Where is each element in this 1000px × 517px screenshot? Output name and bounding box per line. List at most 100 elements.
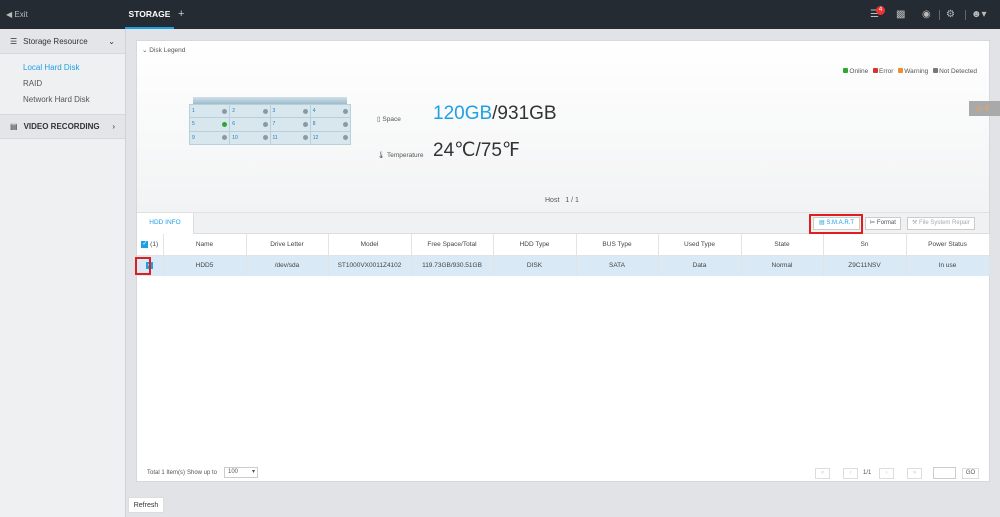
format-button[interactable]: ⊨ Format [865,217,901,230]
tab-hdd-info[interactable]: HDD INFO [137,213,194,234]
column-header: Model [328,234,412,256]
host-label: Host [545,197,560,204]
fs-repair-label: File System Repair [919,220,970,226]
table-cell: /dev/sda [246,255,329,276]
page-input[interactable] [933,467,956,479]
header-label: Drive Letter [270,240,304,248]
header-label: BUS Type [602,240,632,248]
table-cell: In use [906,255,990,276]
highlight-box [809,214,863,234]
table-cell: ST1000VX0011Z4102 [328,255,412,276]
slot-number: 11 [272,134,278,141]
slot-number: 9 [192,134,195,141]
disk-slot[interactable]: 6 [230,118,270,131]
disk-slot[interactable]: 7 [270,118,310,131]
legend-warning: Warning [904,68,929,75]
page-indicator: 1/1 [863,470,872,476]
disk-slot[interactable]: 10 [230,131,270,144]
chevron-down-icon: ⌄ [108,36,115,46]
disk-slot[interactable]: 2 [230,105,270,118]
enclosure-top [193,97,347,104]
divider [939,10,940,20]
top-bar: ◀ Exit STORAGE + ☰ 4 ▩ ◉ ⚙ ☻▾ [0,0,1000,29]
online-led-icon [222,121,228,127]
header-label: Free Space/Total [427,240,477,248]
slot-number: 7 [272,121,276,128]
disk-slot[interactable]: 8 [310,118,350,131]
table-cell: Normal [741,255,824,276]
exit-button[interactable]: ◀ Exit [6,10,28,19]
disk-legend-toggle[interactable]: ⌄ Disk Legend [142,46,185,54]
column-header: State [741,234,824,256]
disk-slot[interactable]: 12 [310,131,350,144]
host-page: 1 / 1 [565,197,579,204]
tab-storage[interactable]: STORAGE [125,0,174,29]
list-icon: ☰ [10,36,18,46]
disk-enclosure: 1 2 3 4 5 6 7 8 9 10 11 12 [189,97,351,145]
last-page-button[interactable]: » [907,468,922,479]
disk-slot[interactable]: 1 [190,105,230,118]
sidebar-item-local-hard-disk[interactable]: Local Hard Disk [0,60,125,76]
sidebar-video-recording[interactable]: ▤ VIDEO RECORDING › [0,114,125,139]
slot-number: 1 [192,108,195,115]
alert-count: 4 [984,104,989,113]
legend-error: Error [879,68,894,75]
header-label: (1) [150,240,159,248]
slot-number: 12 [312,134,319,141]
table-row[interactable]: ✓ HDD5/dev/sda ST1000VX0011Z4102 119.73GB/9… [137,255,990,276]
divider [965,10,966,20]
sidebar-item-raid[interactable]: RAID [0,76,125,92]
temperature-label: 🌡 Temperature [377,152,424,159]
globe-icon[interactable]: ◉ [922,9,931,20]
disk-slot[interactable]: 4 [310,105,350,118]
prev-page-button[interactable]: ‹ [843,468,858,479]
user-icon[interactable]: ☻▾ [971,9,987,20]
slot-led-icon [222,108,228,114]
slot-led-icon [302,108,308,114]
disk-slot[interactable]: 9 [190,131,230,144]
space-used: 120GB [433,103,493,124]
header-label: Used Type [684,240,715,248]
disk-overview: ⌄ Disk Legend Online Error Warning Not D… [137,41,989,213]
column-header: BUS Type [576,234,659,256]
slot-led-icon [302,135,308,141]
refresh-button[interactable]: Refresh [128,497,164,513]
disk-slot[interactable]: 5 [190,118,230,131]
header-label: State [774,240,790,248]
next-page-button[interactable]: › [879,468,894,479]
sidebar-item-network-hard-disk[interactable]: Network Hard Disk [0,92,125,108]
table-cell: Data [658,255,742,276]
page-size-select[interactable]: 100 ▾ [224,467,258,478]
chevron-right-icon: › [112,122,115,131]
select-all-checkbox[interactable]: ✓ [141,240,149,248]
sidebar-storage-resource[interactable]: ☰ Storage Resource ⌄ [0,29,125,54]
first-page-button[interactable]: « [815,468,830,479]
alarm-icon[interactable]: ▩ [896,9,905,20]
sidebar-group-label: VIDEO RECORDING [23,122,100,131]
gear-icon[interactable]: ⚙ [946,9,955,20]
slot-led-icon [262,108,268,114]
space-total: /931GB [492,103,557,124]
table-header: ✓ (1) Name Drive Letter Model Free Space/Tot… [137,234,990,256]
temperature-value: 24℃/75℉ [433,140,520,161]
file-system-repair-button[interactable]: ⚒ File System Repair [907,217,975,230]
slot-led-icon [343,108,348,114]
temperature-label-text: Temperature [386,152,424,159]
go-button[interactable]: GO [962,468,979,479]
show-up-to-label: Show up to [187,470,218,476]
slot-led-icon [262,135,268,141]
disk-slot[interactable]: 3 [270,105,310,118]
space-label-text: Space [382,116,401,123]
alert-button[interactable]: ⚠ 4 [969,101,1000,116]
column-header: Sn [823,234,907,256]
disk-slot[interactable]: 11 [270,131,310,144]
online-icon [843,68,849,73]
header-label: Model [360,240,379,248]
legend-online: Online [849,68,869,75]
column-header: Name [163,234,247,256]
slot-number: 3 [272,108,276,115]
column-header[interactable]: ✓ (1) [137,234,164,256]
slot-number: 6 [232,121,236,128]
add-tab-button[interactable]: + [178,8,184,20]
page-size-value: 100 [228,469,239,475]
